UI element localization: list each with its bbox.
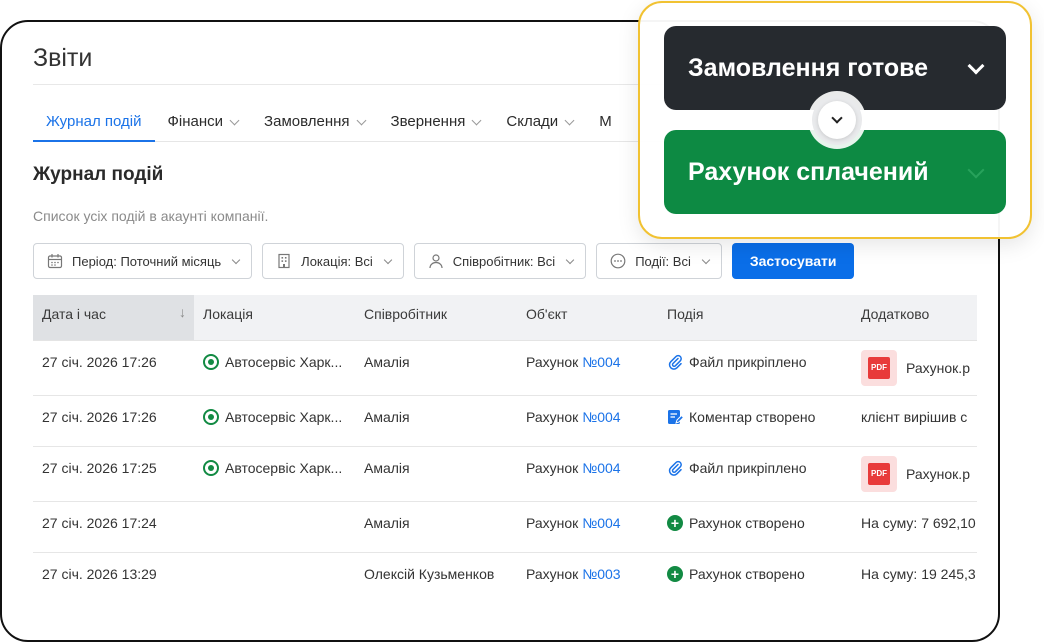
cell-event: Файл прикріплено [658,447,852,501]
chevron-down-icon [231,255,241,264]
chevron-down-icon [831,112,843,124]
table-header: Дата і час ↓ Локація Співробітник Об'єкт … [33,295,977,341]
column-datetime[interactable]: Дата і час ↓ [33,295,194,340]
cell-employee: Амалія [364,409,410,425]
cell-extra: PDF Рахунок.p [852,447,977,501]
location-pin-icon [203,409,219,425]
object-link[interactable]: №004 [582,354,620,370]
location-filter[interactable]: Локація: Всі [262,243,404,279]
cell-location [194,502,355,552]
object-link[interactable]: №003 [582,566,620,582]
column-extra[interactable]: Додатково [852,295,977,340]
chevron-down-icon [564,115,575,126]
paperclip-icon [667,460,683,476]
tab-requests[interactable]: Звернення [378,108,494,142]
tab-warehouses[interactable]: Склади [493,108,586,142]
cell-extra: клієнт вирішив с [861,409,968,425]
table-row: 27 січ. 2026 17:26 Автосервіс Харк... Ам… [33,341,977,396]
cell-location: Автосервіс Харк... [194,447,355,501]
apply-button[interactable]: Застосувати [731,243,855,279]
cell-datetime: 27 січ. 2026 17:26 [42,354,157,370]
chevron-down-icon [967,161,985,179]
object-link[interactable]: №004 [582,460,620,476]
cell-object: Рахунок №003 [526,566,621,582]
building-icon [275,252,293,270]
cell-event: + Рахунок створено [658,553,852,611]
section-title: Журнал подій [33,164,164,185]
cell-location: Автосервіс Харк... [194,396,355,446]
cell-datetime: 27 січ. 2026 17:25 [42,460,157,476]
table-row: 27 січ. 2026 13:29 Олексій Кузьменков Ра… [33,553,977,611]
chevron-down-icon [565,255,575,264]
cell-employee: Амалія [364,354,410,370]
events-table: Дата і час ↓ Локація Співробітник Об'єкт … [33,295,977,611]
page-title: Звіти [33,44,93,72]
cell-event: Коментар створено [658,396,852,446]
sort-down-icon: ↓ [179,304,186,320]
tab-finance[interactable]: Фінанси [155,108,252,142]
column-event[interactable]: Подія [658,295,852,340]
column-object[interactable]: Об'єкт [517,295,658,340]
table-row: 27 січ. 2026 17:24 Амалія Рахунок №004 +… [33,502,977,553]
tab-event-log[interactable]: Журнал подій [33,108,155,142]
table-row: 27 січ. 2026 17:26 Автосервіс Харк... Ам… [33,396,977,447]
cell-extra: PDF Рахунок.p [852,341,977,395]
cell-datetime: 27 січ. 2026 17:26 [42,409,157,425]
paperclip-icon [667,354,683,370]
chevron-down-icon [967,57,985,75]
column-location[interactable]: Локація [194,295,355,340]
plus-circle-icon: + [667,515,683,531]
cell-object: Рахунок №004 [526,354,621,370]
plus-circle-icon: + [667,566,683,582]
chevron-down-icon [471,115,482,126]
cell-location [194,553,355,611]
status-transition-popup: Замовлення готове Рахунок сплачений [638,1,1032,239]
cell-employee: Амалія [364,460,410,476]
chevron-down-icon [356,115,366,126]
cell-extra: На суму: 19 245,3 [861,566,976,582]
column-employee[interactable]: Співробітник [355,295,517,340]
cell-employee: Олексій Кузьменков [364,566,495,582]
cell-object: Рахунок №004 [526,409,621,425]
pdf-file-icon[interactable]: PDF [861,350,897,386]
title-divider [33,84,673,85]
cell-datetime: 27 січ. 2026 17:24 [42,515,157,531]
cell-extra: На суму: 7 692,10 [861,515,976,531]
period-filter[interactable]: Період: Поточний місяць [33,243,253,279]
chevron-down-icon [701,255,711,264]
chevron-down-icon [383,255,393,264]
object-link[interactable]: №004 [582,409,620,425]
section-subtitle: Список усіх подій в акаунті компанії. [33,208,269,224]
cell-employee: Амалія [364,515,410,531]
events-filter[interactable]: Події: Всі [596,243,722,279]
more-circle-icon [609,252,627,270]
chevron-down-icon [229,115,240,126]
calendar-icon [46,252,64,270]
cell-datetime: 27 січ. 2026 13:29 [42,566,157,582]
cell-object: Рахунок №004 [526,460,621,476]
filter-bar: Період: Поточний місяць Локація: Всі Спі… [33,243,855,279]
cell-location: Автосервіс Харк... [194,341,355,395]
cell-event: Файл прикріплено [658,341,852,395]
table-row: 27 січ. 2026 17:25 Автосервіс Харк... Ам… [33,447,977,502]
cell-object: Рахунок №004 [526,515,621,531]
user-icon [427,252,445,270]
tab-orders[interactable]: Замовлення [251,108,377,142]
report-tabs: Журнал подій Фінанси Замовлення Зверненн… [33,108,693,142]
tab-more[interactable]: М [586,108,625,142]
object-link[interactable]: №004 [582,515,620,531]
location-pin-icon [203,460,219,476]
expand-toggle-button[interactable] [812,95,862,145]
employee-filter[interactable]: Співробітник: Всі [413,243,587,279]
cell-event: + Рахунок створено [658,502,852,552]
comment-edit-icon [667,409,683,425]
location-pin-icon [203,354,219,370]
pdf-file-icon[interactable]: PDF [861,456,897,492]
